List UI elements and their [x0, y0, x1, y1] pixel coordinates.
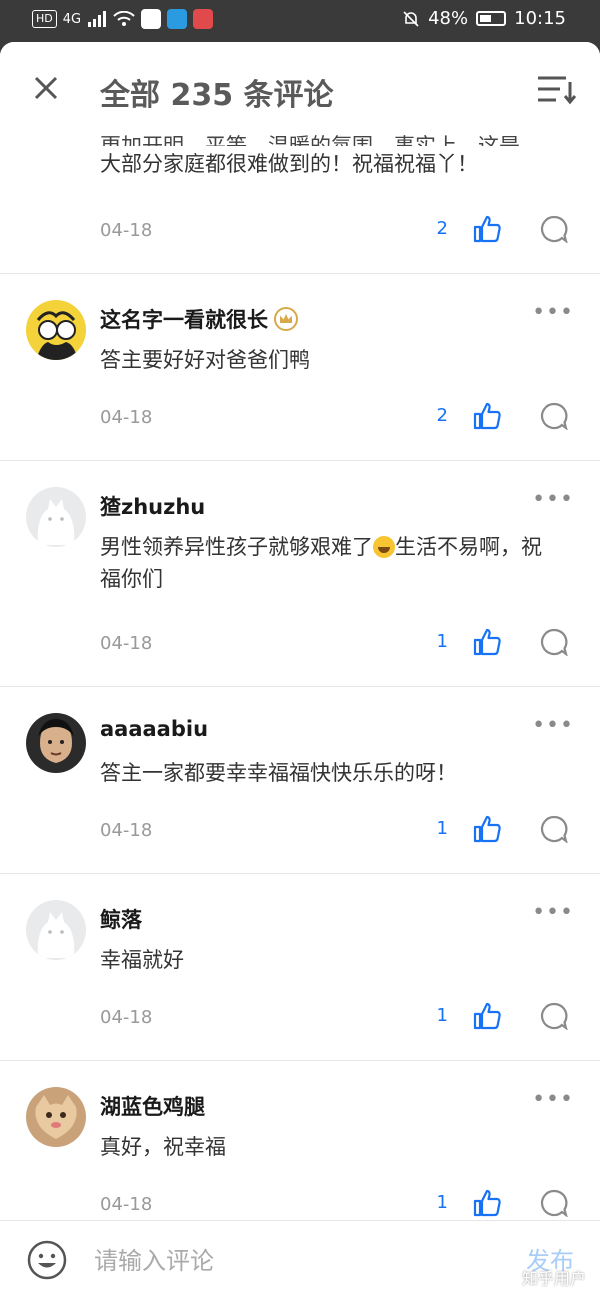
thumbs-up-icon[interactable] — [472, 401, 502, 431]
avatar[interactable] — [26, 300, 86, 360]
battery-icon — [476, 11, 507, 26]
reply-bubble-icon[interactable] — [540, 815, 568, 843]
emoji-picker-icon[interactable] — [26, 1239, 68, 1281]
comment-text: 幸福就好 — [100, 948, 184, 972]
sheet-header: 全部 235 条评论 — [0, 42, 600, 134]
username[interactable]: 这名字一看就很长 — [100, 304, 298, 334]
more-options-icon[interactable]: ••• — [532, 1089, 574, 1111]
more-options-icon[interactable]: ••• — [532, 902, 574, 924]
username-text: 鲸落 — [100, 908, 142, 932]
more-options-icon[interactable]: ••• — [532, 715, 574, 737]
thumbs-up-icon[interactable] — [472, 1001, 502, 1031]
comment-text-part: 男性领养异性孩子就够艰难了 — [100, 535, 373, 559]
comment-input[interactable] — [94, 1241, 474, 1281]
more-options-icon[interactable]: ••• — [532, 302, 574, 324]
status-right: 48% 10:15 — [402, 8, 566, 29]
comment-date: 04-18 — [100, 407, 153, 428]
comment-date: 04-18 — [100, 1194, 153, 1215]
like-count: 1 — [436, 818, 448, 839]
like-count: 1 — [436, 631, 448, 652]
watermark: 知乎用户 — [521, 1269, 586, 1288]
app-notification-icon-3 — [193, 9, 214, 29]
more-options-icon[interactable]: ••• — [532, 489, 574, 511]
crown-badge-icon — [274, 307, 298, 331]
app-notification-icon-1 — [141, 9, 162, 29]
like-count: 1 — [436, 1005, 448, 1026]
username[interactable]: 猹zhuzhu — [100, 491, 205, 521]
comment-text-line: 大部分家庭都很难做到的！祝福祝福丫！ — [100, 152, 478, 176]
mute-bell-icon — [403, 10, 419, 27]
avatar[interactable] — [26, 487, 86, 547]
username[interactable]: aaaaabiu — [100, 717, 208, 741]
thumbs-up-icon[interactable] — [472, 814, 502, 844]
network-label: 4G — [62, 11, 82, 27]
close-icon[interactable] — [28, 70, 64, 106]
username[interactable]: 鲸落 — [100, 904, 142, 934]
comment-text: 更加开明、平等、温暖的氛围，事实上，这是 大部分家庭都很难做到的！祝福祝福丫！ — [100, 130, 560, 182]
clock: 10:15 — [514, 8, 566, 29]
wifi-icon — [113, 11, 135, 26]
like-count: 2 — [436, 405, 448, 426]
comment-item[interactable]: 猹zhuzhu ••• 男性领养异性孩子就够艰难了 生活不易啊，祝福你们 04-1… — [0, 461, 600, 687]
comment-input-bar: 发布 知乎用户 — [0, 1220, 600, 1300]
reply-bubble-icon[interactable] — [540, 628, 568, 656]
like-count: 1 — [436, 1192, 448, 1213]
username-text: 湖蓝色鸡腿 — [100, 1095, 205, 1119]
thumbs-up-icon[interactable] — [472, 627, 502, 657]
laugh-cry-emoji-icon — [373, 536, 395, 558]
username-text: 这名字一看就很长 — [100, 308, 268, 332]
sort-icon[interactable] — [536, 72, 576, 108]
comment-date: 04-18 — [100, 1007, 153, 1028]
username-text: aaaaabiu — [100, 717, 209, 741]
page-title: 全部 235 条评论 — [100, 78, 334, 113]
comment-item[interactable]: 更加开明、平等、温暖的氛围，事实上，这是 大部分家庭都很难做到的！祝福祝福丫！ … — [0, 122, 600, 274]
comment-item[interactable]: 这名字一看就很长 ••• 答主要好好对爸爸们鸭 04-18 2 — [0, 274, 600, 461]
app-notification-icon-2 — [167, 9, 188, 29]
reply-bubble-icon[interactable] — [540, 215, 568, 243]
username[interactable]: 湖蓝色鸡腿 — [100, 1091, 205, 1121]
avatar[interactable] — [26, 900, 86, 960]
avatar[interactable] — [26, 1087, 86, 1147]
thumbs-up-icon[interactable] — [472, 214, 502, 244]
signal-icon — [88, 11, 107, 27]
reply-bubble-icon[interactable] — [540, 1002, 568, 1030]
comment-date: 04-18 — [100, 820, 153, 841]
like-count: 2 — [436, 218, 448, 239]
avatar[interactable] — [26, 713, 86, 773]
battery-percent: 48% — [428, 8, 469, 29]
comment-date: 04-18 — [100, 220, 153, 241]
status-left: HD 4G — [32, 9, 214, 29]
comment-date: 04-18 — [100, 633, 153, 654]
comment-text: 男性领养异性孩子就够艰难了 生活不易啊，祝福你们 — [100, 531, 550, 595]
thumbs-up-icon[interactable] — [472, 1188, 502, 1218]
comment-item[interactable]: aaaaabiu ••• 答主一家都要幸幸福福快快乐乐的呀！ 04-18 1 — [0, 687, 600, 874]
comment-list[interactable]: 更加开明、平等、温暖的氛围，事实上，这是 大部分家庭都很难做到的！祝福祝福丫！ … — [0, 122, 600, 1248]
comments-sheet: 全部 235 条评论 更加开明、平等、温暖的氛围，事实上，这是 大部分家庭都很难… — [0, 42, 600, 1300]
username-text: 猹zhuzhu — [100, 495, 206, 519]
reply-bubble-icon[interactable] — [540, 1189, 568, 1217]
comment-item[interactable]: 鲸落 ••• 幸福就好 04-18 1 — [0, 874, 600, 1061]
comment-text: 答主要好好对爸爸们鸭 — [100, 348, 310, 372]
comment-text: 真好，祝幸福 — [100, 1135, 226, 1159]
hd-indicator: HD — [32, 10, 57, 28]
reply-bubble-icon[interactable] — [540, 402, 568, 430]
status-bar: HD 4G 48% 10:15 — [0, 0, 600, 42]
comment-text: 答主一家都要幸幸福福快快乐乐的呀！ — [100, 761, 457, 785]
